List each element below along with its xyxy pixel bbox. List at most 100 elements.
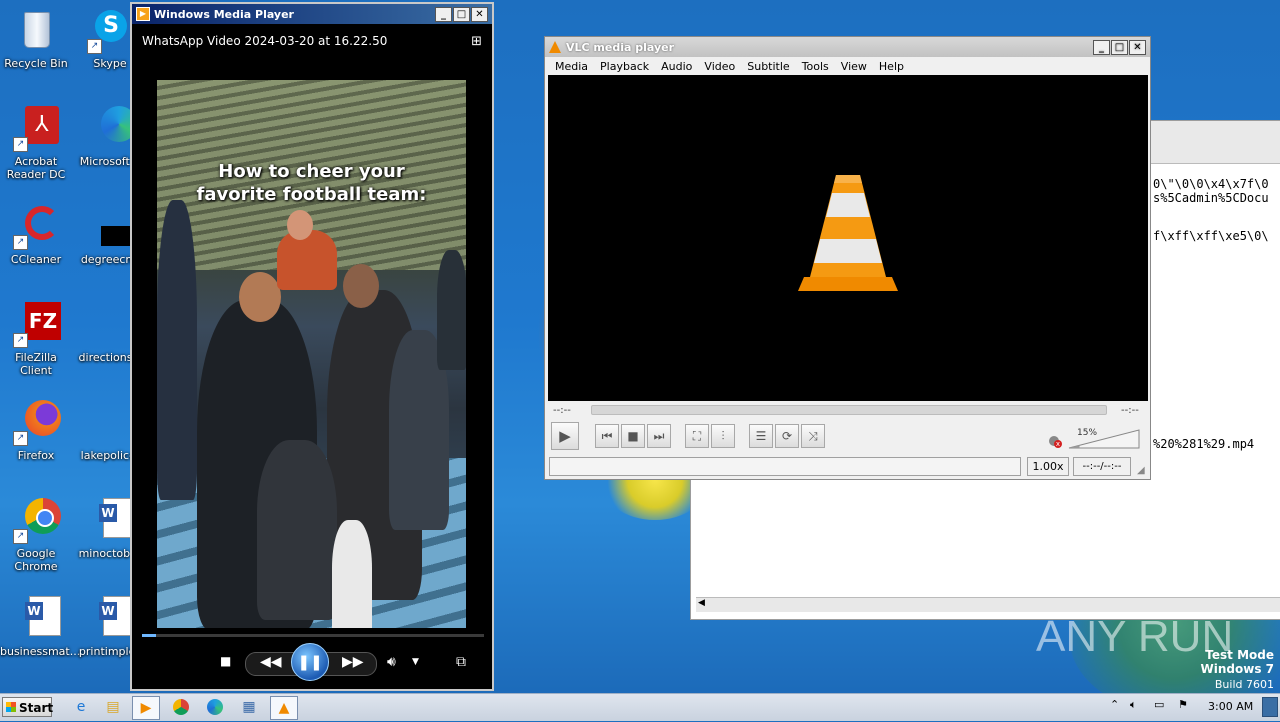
show-hidden-icons[interactable]: ⌃ xyxy=(1110,698,1119,711)
wmp-titlebar[interactable]: ▶ Windows Media Player _ □ ✕ xyxy=(132,4,492,24)
menu-tools[interactable]: Tools xyxy=(796,60,835,73)
scroll-left-icon[interactable]: ◀ xyxy=(698,598,705,608)
menu-video[interactable]: Video xyxy=(698,60,741,73)
vlc-status-bar xyxy=(549,457,1021,476)
previous-button[interactable]: ⏮ xyxy=(595,424,619,448)
seek-progress xyxy=(142,634,156,637)
network-tray-icon[interactable]: ▭ xyxy=(1154,698,1164,711)
menu-media[interactable]: Media xyxy=(549,60,594,73)
file-icon xyxy=(87,400,133,446)
test-mode-label: Test Mode xyxy=(1205,648,1274,662)
shortcut-arrow-icon: ↗ xyxy=(13,529,28,544)
vlc-titlebar[interactable]: VLC media player _ □ ✕ xyxy=(545,37,1150,57)
fullscreen-button[interactable]: ⛶ xyxy=(685,424,709,448)
menu-audio[interactable]: Audio xyxy=(655,60,698,73)
next-button[interactable]: ▶▶ xyxy=(342,654,364,670)
menu-subtitle[interactable]: Subtitle xyxy=(741,60,795,73)
desktop-icon-label: Acrobat Reader DC xyxy=(6,155,66,181)
os-label: Windows 7 xyxy=(1200,662,1274,676)
wmp-seek-bar[interactable] xyxy=(142,634,484,637)
media-title: WhatsApp Video 2024-03-20 at 16.22.50 xyxy=(142,34,388,48)
next-button[interactable]: ⏭ xyxy=(647,424,671,448)
chrome-taskbar-icon[interactable] xyxy=(168,696,194,718)
volume-icon[interactable]: 🔊︎ xyxy=(387,654,396,670)
previous-button[interactable]: ◀◀ xyxy=(260,654,282,670)
volume-tray-icon[interactable]: 🔈︎ xyxy=(1130,698,1137,712)
explorer-icon[interactable]: ▤ xyxy=(100,696,126,718)
ie-icon[interactable]: e xyxy=(68,696,94,718)
resize-grip-icon[interactable]: ◢ xyxy=(1137,465,1145,476)
vlc-video-area[interactable] xyxy=(548,75,1148,401)
maximize-button[interactable]: □ xyxy=(1111,39,1128,55)
acrobat-icon: ⅄ ↗ xyxy=(13,106,59,152)
play-button[interactable]: ▶ xyxy=(551,422,579,450)
crowd xyxy=(157,190,466,628)
wmp-taskbar-icon[interactable]: ▶ xyxy=(132,696,160,720)
desktop-icon-label: Google Chrome xyxy=(14,547,58,573)
desktop-icon-filezilla[interactable]: FZ ↗ FileZilla Client xyxy=(0,302,72,377)
remaining-time: --:-- xyxy=(1121,405,1139,416)
menu-view[interactable]: View xyxy=(835,60,873,73)
recycle-bin-icon xyxy=(13,8,59,54)
menu-playback[interactable]: Playback xyxy=(594,60,655,73)
desktop-icon-label: businessmat... xyxy=(0,645,81,658)
desktop-icon-businessmat[interactable]: W businessmat... xyxy=(0,596,80,658)
desktop-icon-acrobat[interactable]: ⅄ ↗ Acrobat Reader DC xyxy=(0,106,72,181)
close-button[interactable]: ✕ xyxy=(1129,39,1146,55)
pause-button[interactable]: ❚❚ xyxy=(291,643,329,681)
caption-line: favorite football team: xyxy=(196,184,427,205)
loop-button[interactable]: ⟳ xyxy=(775,424,799,448)
playback-speed[interactable]: 1.00x xyxy=(1027,457,1069,476)
playlist-button[interactable]: ☰ xyxy=(749,424,773,448)
close-button[interactable]: ✕ xyxy=(471,6,488,22)
total-time[interactable]: --:--/--:-- xyxy=(1073,457,1131,476)
edge-taskbar-icon[interactable] xyxy=(202,696,228,718)
edge-icon xyxy=(87,106,137,152)
vlc-taskbar-icon[interactable]: ▲ xyxy=(270,696,298,720)
desktop-icon-ccleaner[interactable]: ↗ CCleaner xyxy=(0,204,72,266)
switch-to-library-icon[interactable]: ⊞ xyxy=(471,34,482,49)
word-doc-icon: W xyxy=(87,498,135,544)
word-doc-icon: W xyxy=(13,596,61,642)
wmp-controls: ■ ◀◀ ❚❚ ▶▶ 🔊︎ ▼ ⧉ xyxy=(132,643,492,684)
vlc-app-icon xyxy=(549,41,561,53)
start-button[interactable]: Start xyxy=(2,697,53,717)
flag-tray-icon[interactable]: ⚑ xyxy=(1178,698,1188,711)
filezilla-icon: FZ ↗ xyxy=(13,302,61,348)
notepad-taskbar-icon[interactable]: ▦ xyxy=(236,696,262,718)
stop-button[interactable]: ■ xyxy=(220,654,231,668)
desktop-icon-chrome[interactable]: ↗ Google Chrome xyxy=(0,498,72,573)
build-label: Build 7601 xyxy=(1214,678,1274,691)
vlc-window[interactable]: VLC media player _ □ ✕ Media Playback Au… xyxy=(544,36,1151,480)
menu-help[interactable]: Help xyxy=(873,60,910,73)
desktop-icon-label: Recycle Bin xyxy=(4,57,68,70)
switch-to-fullscreen-icon[interactable]: ⧉ xyxy=(456,654,466,670)
shuffle-button[interactable]: ⤨ xyxy=(801,424,825,448)
wmp-window[interactable]: ▶ Windows Media Player _ □ ✕ WhatsApp Vi… xyxy=(130,2,494,691)
stop-button[interactable]: ■ xyxy=(621,424,645,448)
desktop-icon-firefox[interactable]: ↗ Firefox xyxy=(0,400,72,462)
volume-slider[interactable] xyxy=(1067,428,1143,450)
chrome-icon: ↗ xyxy=(13,498,61,544)
word-doc-icon: W xyxy=(87,596,135,642)
text-line: %20%281%29.mp4 xyxy=(1153,437,1255,451)
elapsed-time: --:-- xyxy=(553,405,571,416)
show-desktop-button[interactable] xyxy=(1262,697,1278,717)
video-frame[interactable]: How to cheer your favorite football team… xyxy=(157,80,466,628)
shortcut-arrow-icon: ↗ xyxy=(13,431,28,446)
minimize-button[interactable]: _ xyxy=(435,6,452,22)
text-line: 0\"\0\0\x4\x7f\0 xyxy=(1153,177,1269,191)
desktop-icon-label: Firefox xyxy=(17,449,55,462)
taskbar: Start e ▤ ▶ ▦ ▲ ⌃ 🔈︎ ▭ ⚑ 3:00 AM xyxy=(0,693,1280,721)
extended-settings-button[interactable]: ⫶ xyxy=(711,424,735,448)
horizontal-scrollbar[interactable]: ◀ xyxy=(696,597,1280,612)
wmp-media-header: WhatsApp Video 2024-03-20 at 16.22.50 ⊞ xyxy=(132,24,492,58)
volume-dropdown-icon[interactable]: ▼ xyxy=(412,657,419,667)
wmp-title: Windows Media Player xyxy=(154,7,294,21)
vlc-seek-bar[interactable] xyxy=(591,405,1107,415)
minimize-button[interactable]: _ xyxy=(1093,39,1110,55)
desktop-icon-recycle-bin[interactable]: Recycle Bin xyxy=(0,8,72,70)
shortcut-arrow-icon: ↗ xyxy=(13,235,28,250)
clock[interactable]: 3:00 AM xyxy=(1208,700,1253,713)
maximize-button[interactable]: □ xyxy=(453,6,470,22)
